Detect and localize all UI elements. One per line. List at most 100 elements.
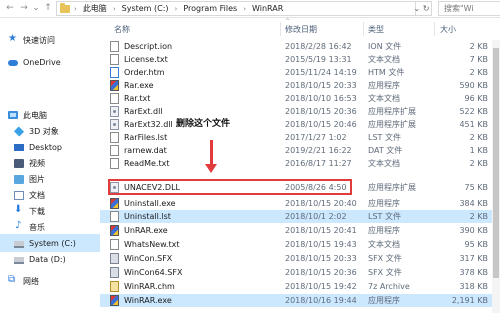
search-input[interactable]: 搜索"Wi xyxy=(438,1,500,16)
column-header-row: ^ 名称 修改日期 类型 大小 xyxy=(100,18,500,40)
recent-dropdown-icon[interactable]: ⌄ xyxy=(30,2,42,15)
file-type: 文本文档 xyxy=(368,159,400,168)
nav-label: Desktop xyxy=(29,142,62,152)
breadcrumb-system-c[interactable]: System (C:) xyxy=(122,4,169,13)
column-divider[interactable] xyxy=(434,22,435,36)
nav-item-onedrive[interactable]: OneDrive xyxy=(0,53,100,71)
navigation-pane: 快速访问 OneDrive 此电脑 3D 对象 Desktop 视频 图片 文档… xyxy=(0,18,100,313)
file-row[interactable]: Uninstall.lst 2018/10/1 2:02 LST 文件 2 KB xyxy=(100,210,500,223)
file-type: 应用程序 xyxy=(368,81,400,90)
file-size: 2 KB xyxy=(469,159,488,168)
html-file-icon xyxy=(110,67,119,78)
breadcrumb-separator-icon: › xyxy=(174,4,178,13)
file-row[interactable]: RarExt.dll 2018/10/15 20:36 应用程序扩展 522 K… xyxy=(100,105,500,118)
file-name: Order.htm xyxy=(124,68,165,77)
exe-icon xyxy=(110,225,119,236)
annotation-label: 删除这个文件 xyxy=(176,119,231,129)
file-name: WinCon.SFX xyxy=(124,254,173,263)
column-header-date[interactable]: 修改日期 xyxy=(285,24,317,35)
file-date: 2018/10/15 20:36 xyxy=(285,268,357,277)
drive-icon xyxy=(14,256,24,264)
back-arrow-icon[interactable]: ← xyxy=(4,2,16,15)
nav-item-network[interactable]: 网络 xyxy=(0,272,100,290)
file-row[interactable]: RarFiles.lst 2017/1/27 1:02 LST 文件 2 KB xyxy=(100,131,500,144)
nav-item-quick-access[interactable]: 快速访问 xyxy=(0,31,100,49)
file-size: 522 KB xyxy=(459,107,488,116)
file-date: 2018/10/15 20:41 xyxy=(285,226,357,235)
file-type: 文本文档 xyxy=(368,55,400,64)
file-date: 2018/2/28 16:42 xyxy=(285,42,352,51)
file-row[interactable]: WinCon64.SFX 2018/10/15 20:36 SFX 文件 378… xyxy=(100,266,500,279)
file-row[interactable]: Descript.ion 2018/2/28 16:42 ION 文件 2 KB xyxy=(100,40,500,53)
file-row[interactable]: Rar.txt 2018/10/10 16:53 文本文档 96 KB xyxy=(100,92,500,105)
exe-icon xyxy=(110,80,119,91)
file-name: WinCon64.SFX xyxy=(124,268,183,277)
refresh-icon[interactable]: ⌄ ↻ xyxy=(412,1,432,16)
winrar-exe-icon xyxy=(110,295,119,306)
file-size: 590 KB xyxy=(459,81,488,90)
file-date: 2018/10/15 19:43 xyxy=(285,240,357,249)
nav-label: 下载 xyxy=(29,206,45,216)
file-date: 2018/10/15 20:36 xyxy=(285,107,357,116)
file-date: 2015/5/19 13:31 xyxy=(285,55,352,64)
file-row[interactable]: License.txt 2015/5/19 13:31 文本文档 7 KB xyxy=(100,53,500,66)
column-header-size[interactable]: 大小 xyxy=(440,24,456,35)
file-row[interactable]: Uninstall.exe 2018/10/15 20:40 应用程序 384 … xyxy=(100,197,500,210)
breadcrumb-winrar[interactable]: WinRAR xyxy=(252,4,283,13)
nav-label: 快速访问 xyxy=(23,35,55,45)
file-size: 451 KB xyxy=(459,120,488,129)
up-arrow-icon[interactable]: ↑ xyxy=(42,2,54,15)
file-type: LST 文件 xyxy=(368,212,401,221)
column-header-type[interactable]: 类型 xyxy=(368,24,384,35)
file-type: 应用程序 xyxy=(368,296,400,305)
file-row[interactable]: UnRAR.exe 2018/10/15 20:41 应用程序 390 KB xyxy=(100,224,500,237)
breadcrumb-this-pc[interactable]: 此电脑 xyxy=(83,3,107,14)
file-row[interactable]: Rar.exe 2018/10/15 20:33 应用程序 590 KB xyxy=(100,79,500,92)
file-row[interactable]: WinRAR.chm 2018/10/15 19:42 7z Archive 3… xyxy=(100,280,500,293)
file-size: 318 KB xyxy=(459,282,488,291)
file-row[interactable]: WinRAR.exe 2018/10/16 19:44 应用程序 2,191 K… xyxy=(100,294,500,307)
text-file-icon xyxy=(110,239,119,250)
file-row[interactable]: RarExt32.dll 2018/10/15 20:46 应用程序扩展 451… xyxy=(100,118,500,131)
file-row[interactable]: Order.htm 2015/11/24 14:19 HTM 文件 2 KB xyxy=(100,66,500,79)
file-size: 2 KB xyxy=(469,68,488,77)
file-type: 文本文档 xyxy=(368,94,400,103)
documents-icon xyxy=(14,190,24,200)
annotation-highlight-box xyxy=(108,179,352,195)
file-type: 应用程序 xyxy=(368,226,400,235)
nav-item-data-d[interactable]: Data (D:) xyxy=(0,250,100,268)
address-bar-row: ← → ⌄ ↑ › 此电脑 › System (C:) › Program Fi… xyxy=(0,0,500,18)
file-type: 7z Archive xyxy=(368,282,410,291)
file-date: 2019/2/21 16:22 xyxy=(285,146,352,155)
file-date: 2018/10/15 20:40 xyxy=(285,199,357,208)
file-name: Rar.exe xyxy=(124,81,154,90)
star-icon xyxy=(8,33,18,45)
file-size: 2 KB xyxy=(469,133,488,142)
file-row[interactable]: WhatsNew.txt 2018/10/15 19:43 文本文档 95 KB xyxy=(100,238,500,251)
file-row[interactable]: ReadMe.txt 2016/8/17 11:27 文本文档 2 KB xyxy=(100,157,500,170)
column-divider[interactable] xyxy=(280,22,281,36)
address-box[interactable]: › 此电脑 › System (C:) › Program Files › Wi… xyxy=(56,1,416,16)
pictures-icon xyxy=(14,174,24,184)
file-name: WinRAR.chm xyxy=(124,282,175,291)
file-row[interactable]: WinCon.SFX 2018/10/15 20:33 SFX 文件 317 K… xyxy=(100,252,500,265)
column-divider[interactable] xyxy=(363,22,364,36)
file-size: 2 KB xyxy=(469,42,488,51)
file-name: ReadMe.txt xyxy=(124,159,170,168)
file-type: DAT 文件 xyxy=(368,146,403,155)
column-header-name[interactable]: 名称 xyxy=(114,24,130,35)
file-name: RarFiles.lst xyxy=(124,133,168,142)
file-type: SFX 文件 xyxy=(368,254,402,263)
file-type: 应用程序扩展 xyxy=(368,120,416,129)
forward-arrow-icon[interactable]: → xyxy=(18,2,30,15)
file-row[interactable]: rarnew.dat 2019/2/21 16:22 DAT 文件 1 KB xyxy=(100,144,500,157)
file-size: 378 KB xyxy=(459,268,488,277)
file-name: Rar.txt xyxy=(124,94,151,103)
breadcrumb-program-files[interactable]: Program Files xyxy=(183,4,237,13)
file-size: 75 KB xyxy=(464,183,488,192)
file-type: 应用程序 xyxy=(368,199,400,208)
file-type: LST 文件 xyxy=(368,133,401,142)
file-date: 2018/10/15 20:33 xyxy=(285,81,357,90)
text-file-icon xyxy=(110,93,119,104)
scrollbar-thumb[interactable] xyxy=(493,48,499,278)
